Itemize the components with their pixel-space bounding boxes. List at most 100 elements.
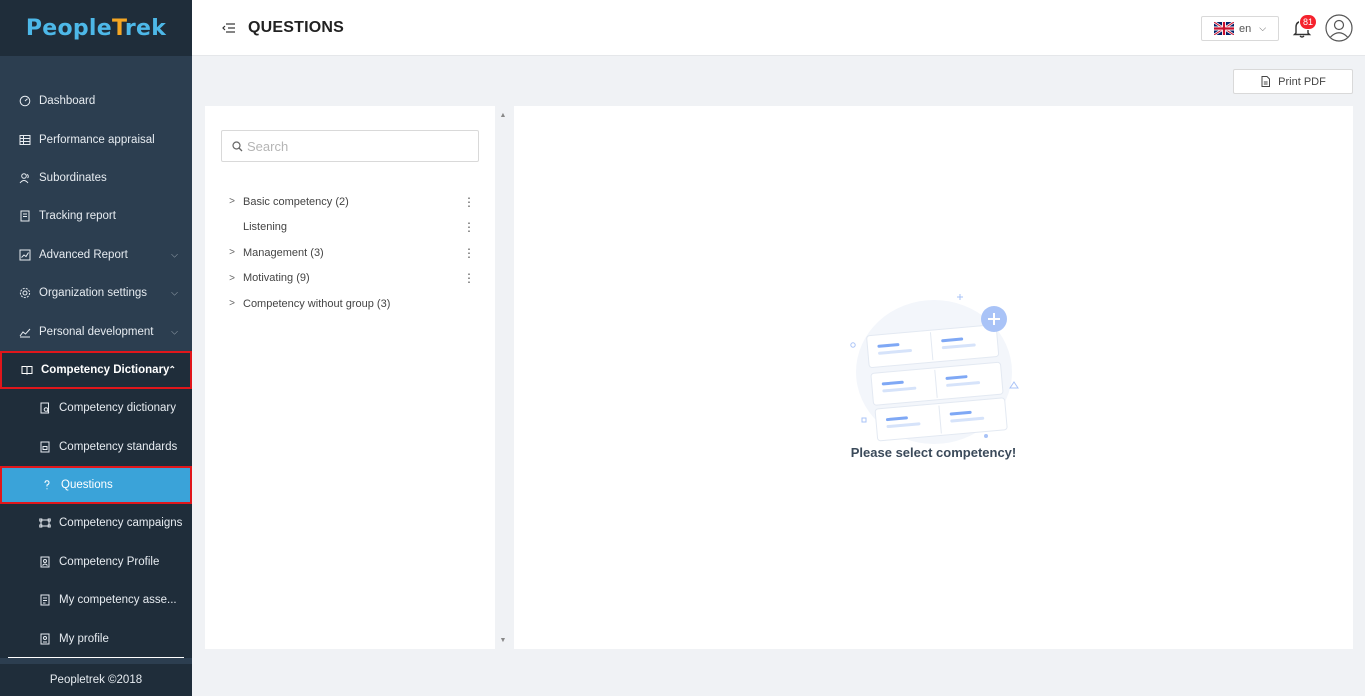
scroll-down-arrow-icon[interactable]: ▼ [497, 635, 509, 645]
more-menu-icon[interactable]: ⋮ [463, 196, 475, 208]
tree-node-count: (3) [376, 297, 391, 310]
sidebar: PeopleTrek Dashboard Performance apprais… [0, 0, 192, 696]
sidebar-item-label: Subordinates [39, 171, 107, 184]
sidebar-item-personal-development[interactable]: Personal development ⌵ [0, 312, 192, 350]
avatar[interactable] [1325, 14, 1353, 42]
tree-node-management[interactable]: > Management (3) ⋮ [221, 240, 483, 266]
doc-search-icon [38, 401, 52, 415]
campaign-icon [38, 516, 52, 530]
chart-icon [18, 248, 32, 262]
sidebar-item-label: Competency Dictionary [41, 363, 170, 376]
trend-icon [18, 325, 32, 339]
page-title: QUESTIONS [248, 18, 345, 36]
sidebar-item-label: Competency dictionary [59, 402, 176, 415]
chevron-down-icon: ⌵ [171, 287, 178, 298]
sidebar-item-competency-dictionary[interactable]: Competency Dictionary ⌃ [0, 350, 192, 390]
more-menu-icon[interactable]: ⋮ [463, 247, 475, 259]
more-menu-icon[interactable]: ⋮ [463, 221, 475, 233]
sidebar-item-advanced-report[interactable]: Advanced Report ⌵ [0, 236, 192, 274]
sidebar-subitem-competency-campaigns[interactable]: Competency campaigns [0, 504, 192, 542]
empty-state-illustration [850, 294, 1019, 444]
sidebar-subitem-competency-standards[interactable]: Competency standards [0, 428, 192, 466]
dashboard-icon [18, 94, 32, 108]
expand-arrow-icon[interactable]: > [221, 196, 243, 207]
sidebar-subitem-competency-profile[interactable]: Competency Profile [0, 543, 192, 581]
sidebar-item-label: Performance appraisal [39, 133, 155, 146]
chevron-down-icon: ⌵ [171, 249, 178, 260]
uk-flag-icon [1214, 22, 1234, 35]
tree-node-label: Competency without group [243, 297, 374, 310]
language-label: en [1239, 22, 1252, 35]
profile-icon [38, 632, 52, 646]
sidebar-subitem-competency-dictionary[interactable]: Competency dictionary [0, 389, 192, 427]
tree-node-motivating[interactable]: > Motivating (9) ⋮ [221, 266, 483, 292]
logo-area: PeopleTrek [0, 0, 192, 56]
sidebar-item-label: Questions [61, 479, 113, 492]
sidebar-item-label: Dashboard [39, 95, 96, 108]
assessment-icon [38, 593, 52, 607]
scroll-up-arrow-icon[interactable]: ▲ [497, 110, 509, 120]
menu-toggle-icon[interactable] [218, 17, 240, 39]
gear-icon [18, 286, 32, 300]
tree-node-listening[interactable]: Listening ⋮ [221, 215, 483, 241]
tree-node-label: Listening [243, 221, 288, 234]
tree-node-count: (2) [335, 195, 349, 208]
logo-text-accent: T [111, 15, 125, 41]
sidebar-subitem-my-competency-assessment[interactable]: My competency asse... [0, 581, 192, 619]
sidebar-item-subordinates[interactable]: Subordinates [0, 159, 192, 197]
tree-node-competency-without-group[interactable]: > Competency without group (3) [221, 291, 483, 317]
top-header: QUESTIONS en ⌵ 81 [192, 0, 1365, 56]
question-detail-panel: Please select competency! [514, 106, 1353, 649]
search-box[interactable] [221, 130, 479, 162]
tree-node-basic-competency[interactable]: > Basic competency (2) ⋮ [221, 189, 483, 215]
users-icon [18, 171, 32, 185]
tree-node-count: (9) [296, 272, 310, 285]
expand-arrow-icon[interactable]: > [221, 247, 243, 258]
question-icon [40, 478, 54, 492]
sidebar-item-dashboard[interactable]: Dashboard [0, 82, 192, 120]
logo-text-part: People [25, 15, 112, 41]
logo[interactable]: PeopleTrek [26, 16, 166, 41]
expand-arrow-icon[interactable]: > [221, 273, 243, 284]
sidebar-item-label: Advanced Report [39, 248, 128, 261]
sidebar-item-organization-settings[interactable]: Organization settings ⌵ [0, 274, 192, 312]
table-icon [18, 133, 32, 147]
book-icon [20, 363, 34, 377]
chevron-up-icon: ⌃ [168, 364, 176, 375]
tree-node-label: Management [243, 246, 308, 259]
expand-arrow-icon[interactable]: > [221, 298, 243, 309]
doc-icon [38, 440, 52, 454]
sidebar-item-label: Competency Profile [59, 555, 160, 568]
notification-badge: 81 [1298, 14, 1317, 30]
tree-node-count: (3) [310, 246, 324, 259]
print-pdf-label: Print PDF [1278, 75, 1326, 88]
sidebar-item-label: My competency asse... [59, 594, 177, 607]
profile-doc-icon [38, 555, 52, 569]
sidebar-subitem-my-profile[interactable]: My profile [0, 619, 192, 657]
sidebar-item-label: Competency standards [59, 440, 178, 453]
sidebar-footer: Peopletrek ©2018 [0, 657, 192, 696]
empty-state-message: Please select competency! [850, 445, 1017, 460]
sidebar-item-label: Tracking report [39, 210, 116, 223]
sidebar-item-performance-appraisal[interactable]: Performance appraisal [0, 120, 192, 158]
competency-tree-panel: > Basic competency (2) ⋮ Listening ⋮ > M… [205, 106, 495, 649]
more-menu-icon[interactable]: ⋮ [463, 272, 475, 284]
chevron-down-icon: ⌵ [171, 326, 178, 337]
logo-text-part: rek [124, 15, 167, 41]
competency-tree: > Basic competency (2) ⋮ Listening ⋮ > M… [221, 189, 483, 317]
sidebar-item-label: Organization settings [39, 287, 148, 300]
sidebar-item-tracking-report[interactable]: Tracking report [0, 197, 192, 235]
sidebar-item-label: Competency campaigns [59, 517, 183, 530]
sidebar-subitem-questions[interactable]: Questions [0, 465, 192, 505]
report-icon [18, 209, 32, 223]
tree-scrollbar[interactable]: ▲ ▼ [497, 106, 509, 649]
print-pdf-button[interactable]: Print PDF [1233, 69, 1353, 94]
sidebar-item-label: Personal development [39, 325, 154, 338]
search-input[interactable] [247, 138, 467, 154]
language-selector[interactable]: en ⌵ [1201, 16, 1279, 41]
chevron-down-icon: ⌵ [1259, 23, 1267, 33]
sidebar-item-label: My profile [59, 632, 109, 645]
tree-node-label: Motivating [243, 272, 294, 285]
pdf-file-icon [1261, 76, 1271, 87]
sidebar-nav: Dashboard Performance appraisal Subordin… [0, 82, 192, 658]
